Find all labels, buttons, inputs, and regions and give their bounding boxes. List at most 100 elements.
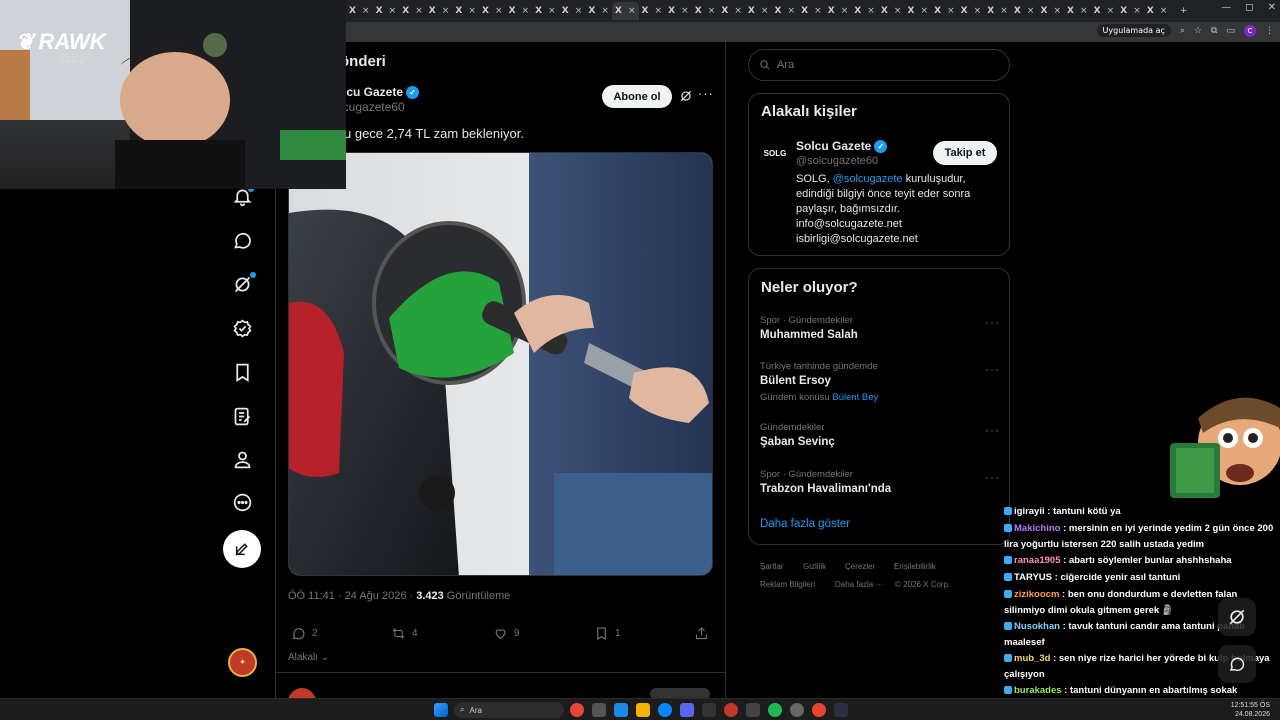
windows-start-icon[interactable]	[434, 703, 448, 717]
browser-tab[interactable]: X ×	[718, 2, 745, 20]
tab-close-icon[interactable]: ×	[1080, 6, 1088, 16]
browser-tab[interactable]: X ×	[346, 2, 373, 20]
browser-tab[interactable]: X ×	[1064, 2, 1091, 20]
new-tab-button[interactable]: +	[1170, 2, 1197, 20]
browser-tab[interactable]: X ×	[958, 2, 985, 20]
browser-tab[interactable]: X ×	[692, 2, 719, 20]
reply-button[interactable]: 2	[291, 626, 318, 641]
tab-close-icon[interactable]: ×	[442, 6, 450, 16]
browser-tab[interactable]: X ×	[506, 2, 533, 20]
file-explorer-icon[interactable]	[636, 703, 650, 717]
spotify-icon[interactable]	[768, 703, 782, 717]
trend-item[interactable]: Trabzon Havalimanı'nda	[760, 483, 891, 495]
trend-more-icon[interactable]: ···	[985, 470, 1000, 484]
obs-icon[interactable]	[702, 703, 716, 717]
tab-close-icon[interactable]: ×	[495, 6, 503, 16]
browser-tab[interactable]: X ×	[851, 2, 878, 20]
tab-close-icon[interactable]: ×	[920, 6, 928, 16]
chat-username[interactable]: TARYUS	[1014, 572, 1052, 583]
messages-icon[interactable]	[230, 228, 254, 252]
tab-close-icon[interactable]: ×	[734, 6, 742, 16]
search-box[interactable]	[748, 49, 1010, 81]
bookmarks-icon[interactable]	[230, 360, 254, 384]
browser-tab[interactable]: X ×	[798, 2, 825, 20]
app-icon[interactable]	[812, 703, 826, 717]
user-avatar[interactable]: ✦	[228, 648, 257, 677]
tab-close-icon[interactable]: ×	[761, 6, 769, 16]
menu-icon[interactable]: ⋮	[1265, 26, 1274, 36]
app-icon[interactable]	[724, 703, 738, 717]
grok-explain-icon[interactable]	[679, 89, 693, 103]
tab-close-icon[interactable]: ×	[1133, 6, 1141, 16]
app-icon[interactable]	[614, 703, 628, 717]
browser-tab[interactable]: X ×	[745, 2, 772, 20]
tab-close-icon[interactable]: ×	[415, 6, 423, 16]
post-timestamp[interactable]: ÖÖ 11:41 · 24 Ağu 2026 ·	[288, 590, 416, 602]
tab-close-icon[interactable]: ×	[575, 6, 583, 16]
bookmark-star-icon[interactable]: ☆	[1194, 26, 1202, 36]
tab-close-icon[interactable]: ×	[601, 6, 609, 16]
browser-tab[interactable]: X ×	[772, 2, 799, 20]
more-options-icon[interactable]	[230, 490, 254, 514]
chat-username[interactable]: burakades	[1014, 685, 1062, 696]
browser-tab[interactable]: X ×	[825, 2, 852, 20]
trend-item[interactable]: Bülent Ersoy	[760, 375, 831, 387]
tab-close-icon[interactable]: ×	[655, 6, 663, 16]
bookmark-button[interactable]: 1	[594, 626, 621, 641]
browser-tab[interactable]: X ×	[1091, 2, 1118, 20]
tab-close-icon[interactable]: ×	[867, 6, 875, 16]
taskbar-clock[interactable]: 12:51:55 ÖS 24.08.2026	[1231, 701, 1270, 719]
tab-close-icon[interactable]: ×	[894, 6, 902, 16]
open-in-app-chip[interactable]: Uygulamada aç	[1096, 24, 1171, 37]
chat-username[interactable]: mub_3d	[1014, 653, 1050, 664]
subscribe-button[interactable]: Abone ol	[602, 85, 672, 108]
browser-tab[interactable]: X ×	[373, 2, 400, 20]
chat-username[interactable]: igirayii	[1014, 506, 1045, 517]
author-handle[interactable]: lcugazete60	[340, 100, 405, 114]
tab-close-icon[interactable]: ×	[841, 6, 849, 16]
tab-close-icon[interactable]: ×	[814, 6, 822, 16]
repost-button[interactable]: 4	[391, 626, 418, 641]
footer-link[interactable]: Reklam Bilgileri	[760, 580, 815, 589]
search-input[interactable]	[777, 59, 977, 71]
tab-close-icon[interactable]: ×	[681, 6, 689, 16]
browser-tab[interactable]: X ×	[878, 2, 905, 20]
browser-tab[interactable]: X ×	[1037, 2, 1064, 20]
author-name[interactable]: lcu Gazete ✓	[343, 85, 420, 99]
tab-close-icon[interactable]: ×	[522, 6, 530, 16]
close-window-icon[interactable]: ✕	[1268, 2, 1276, 13]
post-image[interactable]	[288, 152, 713, 576]
chrome-icon[interactable]	[570, 703, 584, 717]
tab-close-icon[interactable]: ×	[788, 6, 796, 16]
trend-item[interactable]: Muhammed Salah	[760, 329, 858, 341]
footer-link[interactable]: Çerezler	[845, 562, 875, 571]
trend-more-icon[interactable]: ···	[985, 315, 1000, 329]
browser-tab[interactable]: X ×	[585, 2, 612, 20]
tab-close-icon[interactable]: ×	[1160, 6, 1168, 16]
trend-more-icon[interactable]: ···	[985, 423, 1000, 437]
tab-close-icon[interactable]: ×	[708, 6, 716, 16]
browser-tab[interactable]: X ×	[1011, 2, 1038, 20]
browser-tab[interactable]: X ×	[452, 2, 479, 20]
post-more-icon[interactable]: ···	[698, 86, 714, 101]
sidebar-icon[interactable]: ▭	[1226, 26, 1235, 36]
taskbar-search[interactable]: ⌕ Ara	[454, 702, 564, 718]
chat-username[interactable]: Nusokhan	[1014, 621, 1060, 632]
tab-close-icon[interactable]: ×	[362, 6, 370, 16]
compose-post-button[interactable]	[223, 530, 261, 568]
extensions-icon[interactable]: ⧉	[1211, 26, 1217, 36]
tab-close-icon[interactable]: ×	[974, 6, 982, 16]
browser-tab[interactable]: X ×	[1117, 2, 1144, 20]
browser-tab[interactable]: X ×	[532, 2, 559, 20]
browser-tab[interactable]: X ×	[611, 2, 639, 20]
zoom-icon[interactable]: ⌕	[1180, 26, 1185, 36]
chat-username[interactable]: Makichino	[1014, 523, 1060, 534]
browser-tab[interactable]: X ×	[479, 2, 506, 20]
footer-link[interactable]: Daha fazla ···	[835, 580, 883, 589]
tab-close-icon[interactable]: ×	[1107, 6, 1115, 16]
related-handle[interactable]: @solcugazete60	[796, 155, 878, 167]
browser-tab[interactable]: X ×	[904, 2, 931, 20]
bio-mention-link[interactable]: @solcugazete	[833, 173, 903, 185]
browser-tab[interactable]: X ×	[639, 2, 666, 20]
app-icon[interactable]	[834, 703, 848, 717]
